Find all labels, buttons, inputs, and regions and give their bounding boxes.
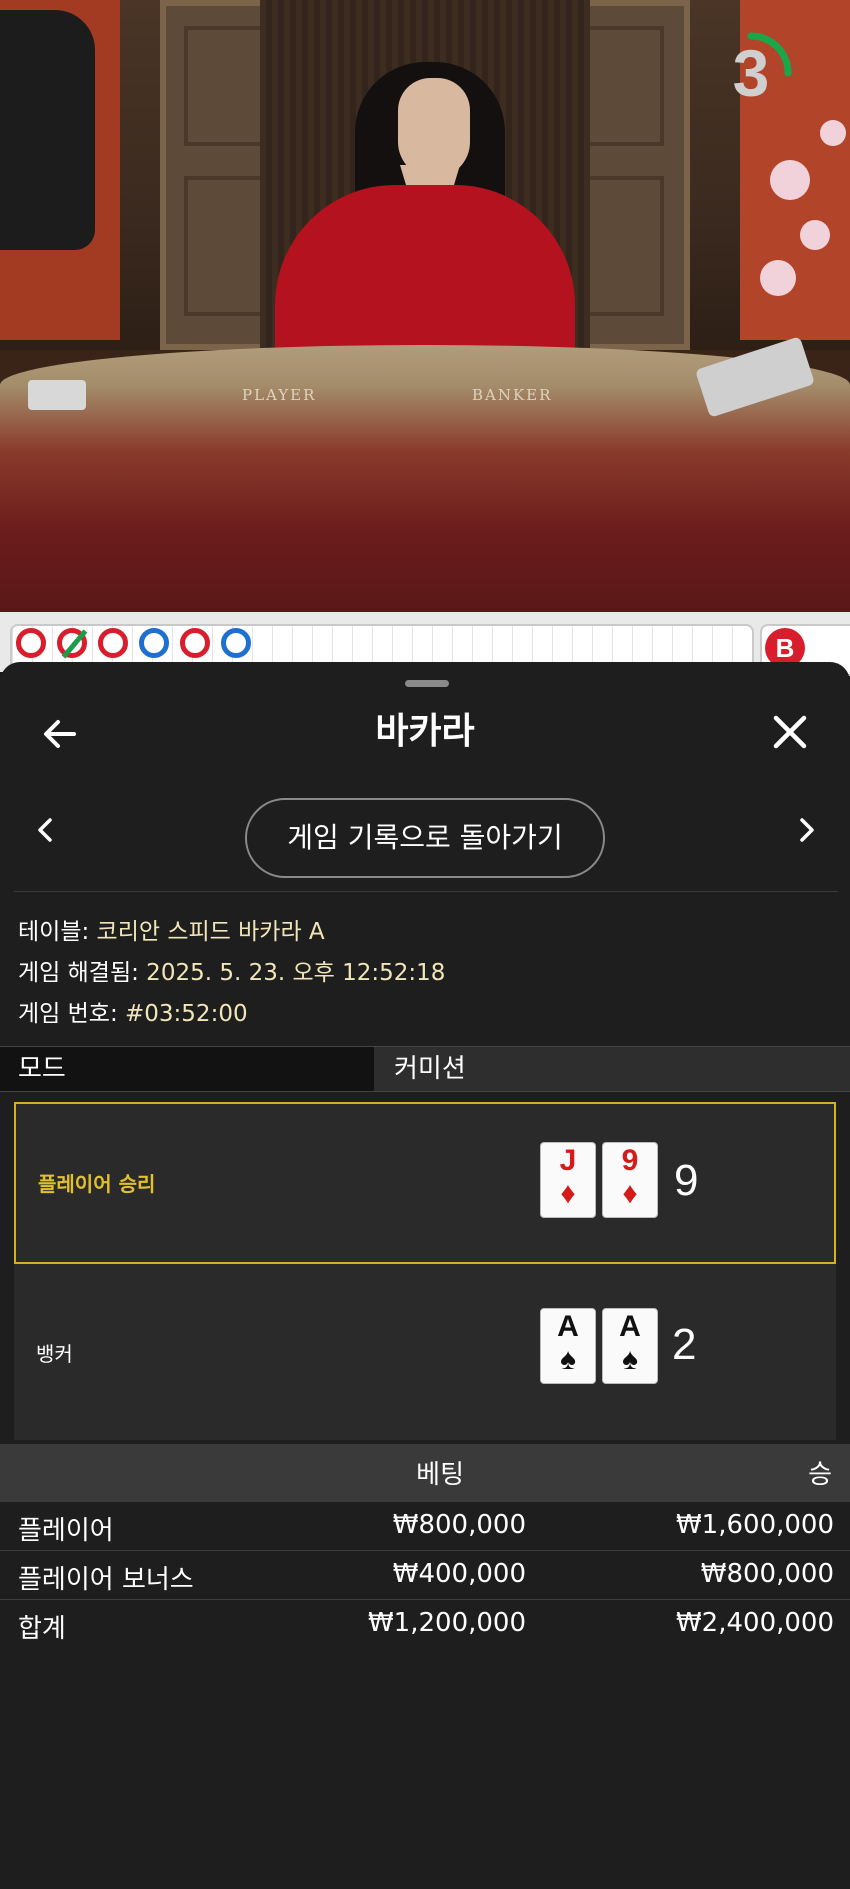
game-detail-sheet: 바카라 게임 기록으로 돌아가기 테이블: 코리안 스피드 바카라 A 게임 해… bbox=[0, 662, 850, 1889]
player-card-2: 9 ♦ bbox=[602, 1142, 658, 1218]
road-result-banker bbox=[16, 628, 46, 658]
table-row: 플레이어 보너스 ₩400,000 ₩800,000 bbox=[0, 1551, 850, 1600]
spade-icon: ♠ bbox=[560, 1343, 576, 1376]
mode-label: 모드 bbox=[0, 1047, 374, 1091]
table-row-total: 합계 ₩1,200,000 ₩2,400,000 bbox=[0, 1600, 850, 1648]
card-rank: J bbox=[559, 1144, 577, 1177]
card-rank: 9 bbox=[621, 1144, 639, 1177]
resolved-time-label: 게임 해결됨: bbox=[18, 960, 139, 986]
felt-banker-label: BANKER bbox=[472, 386, 553, 404]
banker-card-1: A ♠ bbox=[540, 1308, 596, 1384]
mode-row: 모드 커미션 bbox=[0, 1046, 850, 1092]
blossom bbox=[770, 160, 810, 200]
player-outcome: 플레이어 승리 J ♦ 9 ♦ 9 bbox=[14, 1102, 836, 1264]
bets-table-header: 베팅 승 bbox=[0, 1444, 850, 1502]
banker-score: 2 bbox=[672, 1320, 697, 1369]
blossom bbox=[820, 120, 846, 146]
outcome-panel: 플레이어 승리 J ♦ 9 ♦ 9 뱅커 A ♠ A ♠ 2 bbox=[14, 1102, 836, 1440]
spade-icon: ♠ bbox=[622, 1343, 638, 1376]
bet-name: 플레이어 bbox=[18, 1516, 114, 1546]
resolved-time: 게임 해결됨: 2025. 5. 23. 오후 12:52:18 bbox=[18, 953, 445, 987]
win-amount: ₩800,000 bbox=[700, 1559, 834, 1589]
resolved-time-value: 2025. 5. 23. 오후 12:52:18 bbox=[138, 960, 446, 986]
live-video-feed: PLAYER BANKER 3 bbox=[0, 0, 850, 612]
win-amount: ₩2,400,000 bbox=[675, 1608, 834, 1638]
mode-value: 커미션 bbox=[394, 1054, 466, 1084]
road-result-player bbox=[139, 628, 169, 658]
table-info-label: 테이블: bbox=[18, 919, 90, 945]
drag-handle[interactable] bbox=[405, 680, 449, 687]
bet-amount: ₩1,200,000 bbox=[367, 1608, 526, 1638]
blossom bbox=[800, 220, 830, 250]
dealer-dress bbox=[275, 185, 575, 365]
bet-name: 플레이어 보너스 bbox=[18, 1565, 194, 1595]
banker-outcome: 뱅커 A ♠ A ♠ 2 bbox=[14, 1278, 836, 1440]
game-number: 게임 번호: #03:52:00 bbox=[18, 994, 248, 1028]
road-result-banker bbox=[57, 628, 87, 658]
player-card-1: J ♦ bbox=[540, 1142, 596, 1218]
diamond-icon: ♦ bbox=[560, 1177, 576, 1210]
bet-amount: ₩800,000 bbox=[392, 1510, 526, 1540]
divider bbox=[14, 891, 838, 892]
road-result-banker bbox=[98, 628, 128, 658]
card-rank: A bbox=[619, 1310, 641, 1343]
player-score: 9 bbox=[674, 1156, 699, 1205]
countdown-number: 3 bbox=[732, 36, 770, 110]
card-rank: A bbox=[557, 1310, 579, 1343]
bet-amount: ₩400,000 bbox=[392, 1559, 526, 1589]
win-column-header: 승 bbox=[808, 1460, 832, 1490]
page-title: 바카라 bbox=[375, 711, 475, 752]
bet-name: 합계 bbox=[18, 1614, 66, 1644]
road-result-banker bbox=[180, 628, 210, 658]
table-info: 테이블: 코리안 스피드 바카라 A bbox=[18, 912, 325, 946]
blossom bbox=[760, 260, 796, 296]
road-result-player bbox=[221, 628, 251, 658]
table-info-value: 코리안 스피드 바카라 A bbox=[89, 919, 325, 945]
game-number-label: 게임 번호: bbox=[18, 1001, 118, 1027]
game-number-value: #03:52:00 bbox=[117, 1001, 248, 1027]
close-icon[interactable] bbox=[768, 710, 812, 754]
return-to-history-button[interactable]: 게임 기록으로 돌아가기 bbox=[245, 798, 605, 878]
felt-player-label: PLAYER bbox=[242, 386, 317, 404]
assistant-arm bbox=[0, 10, 95, 250]
win-amount: ₩1,600,000 bbox=[675, 1510, 834, 1540]
banker-card-2: A ♠ bbox=[602, 1308, 658, 1384]
banker-outcome-label: 뱅커 bbox=[36, 1342, 73, 1366]
chevron-left-icon[interactable] bbox=[30, 812, 60, 848]
countdown-timer: 3 bbox=[708, 30, 794, 116]
dealer-face bbox=[398, 78, 470, 178]
bet-column-header: 베팅 bbox=[416, 1460, 464, 1490]
table-row: 플레이어 ₩800,000 ₩1,600,000 bbox=[0, 1502, 850, 1551]
chevron-right-icon[interactable] bbox=[792, 812, 822, 848]
diamond-icon: ♦ bbox=[622, 1177, 638, 1210]
player-outcome-label: 플레이어 승리 bbox=[38, 1172, 156, 1196]
card-shoe bbox=[28, 380, 86, 410]
